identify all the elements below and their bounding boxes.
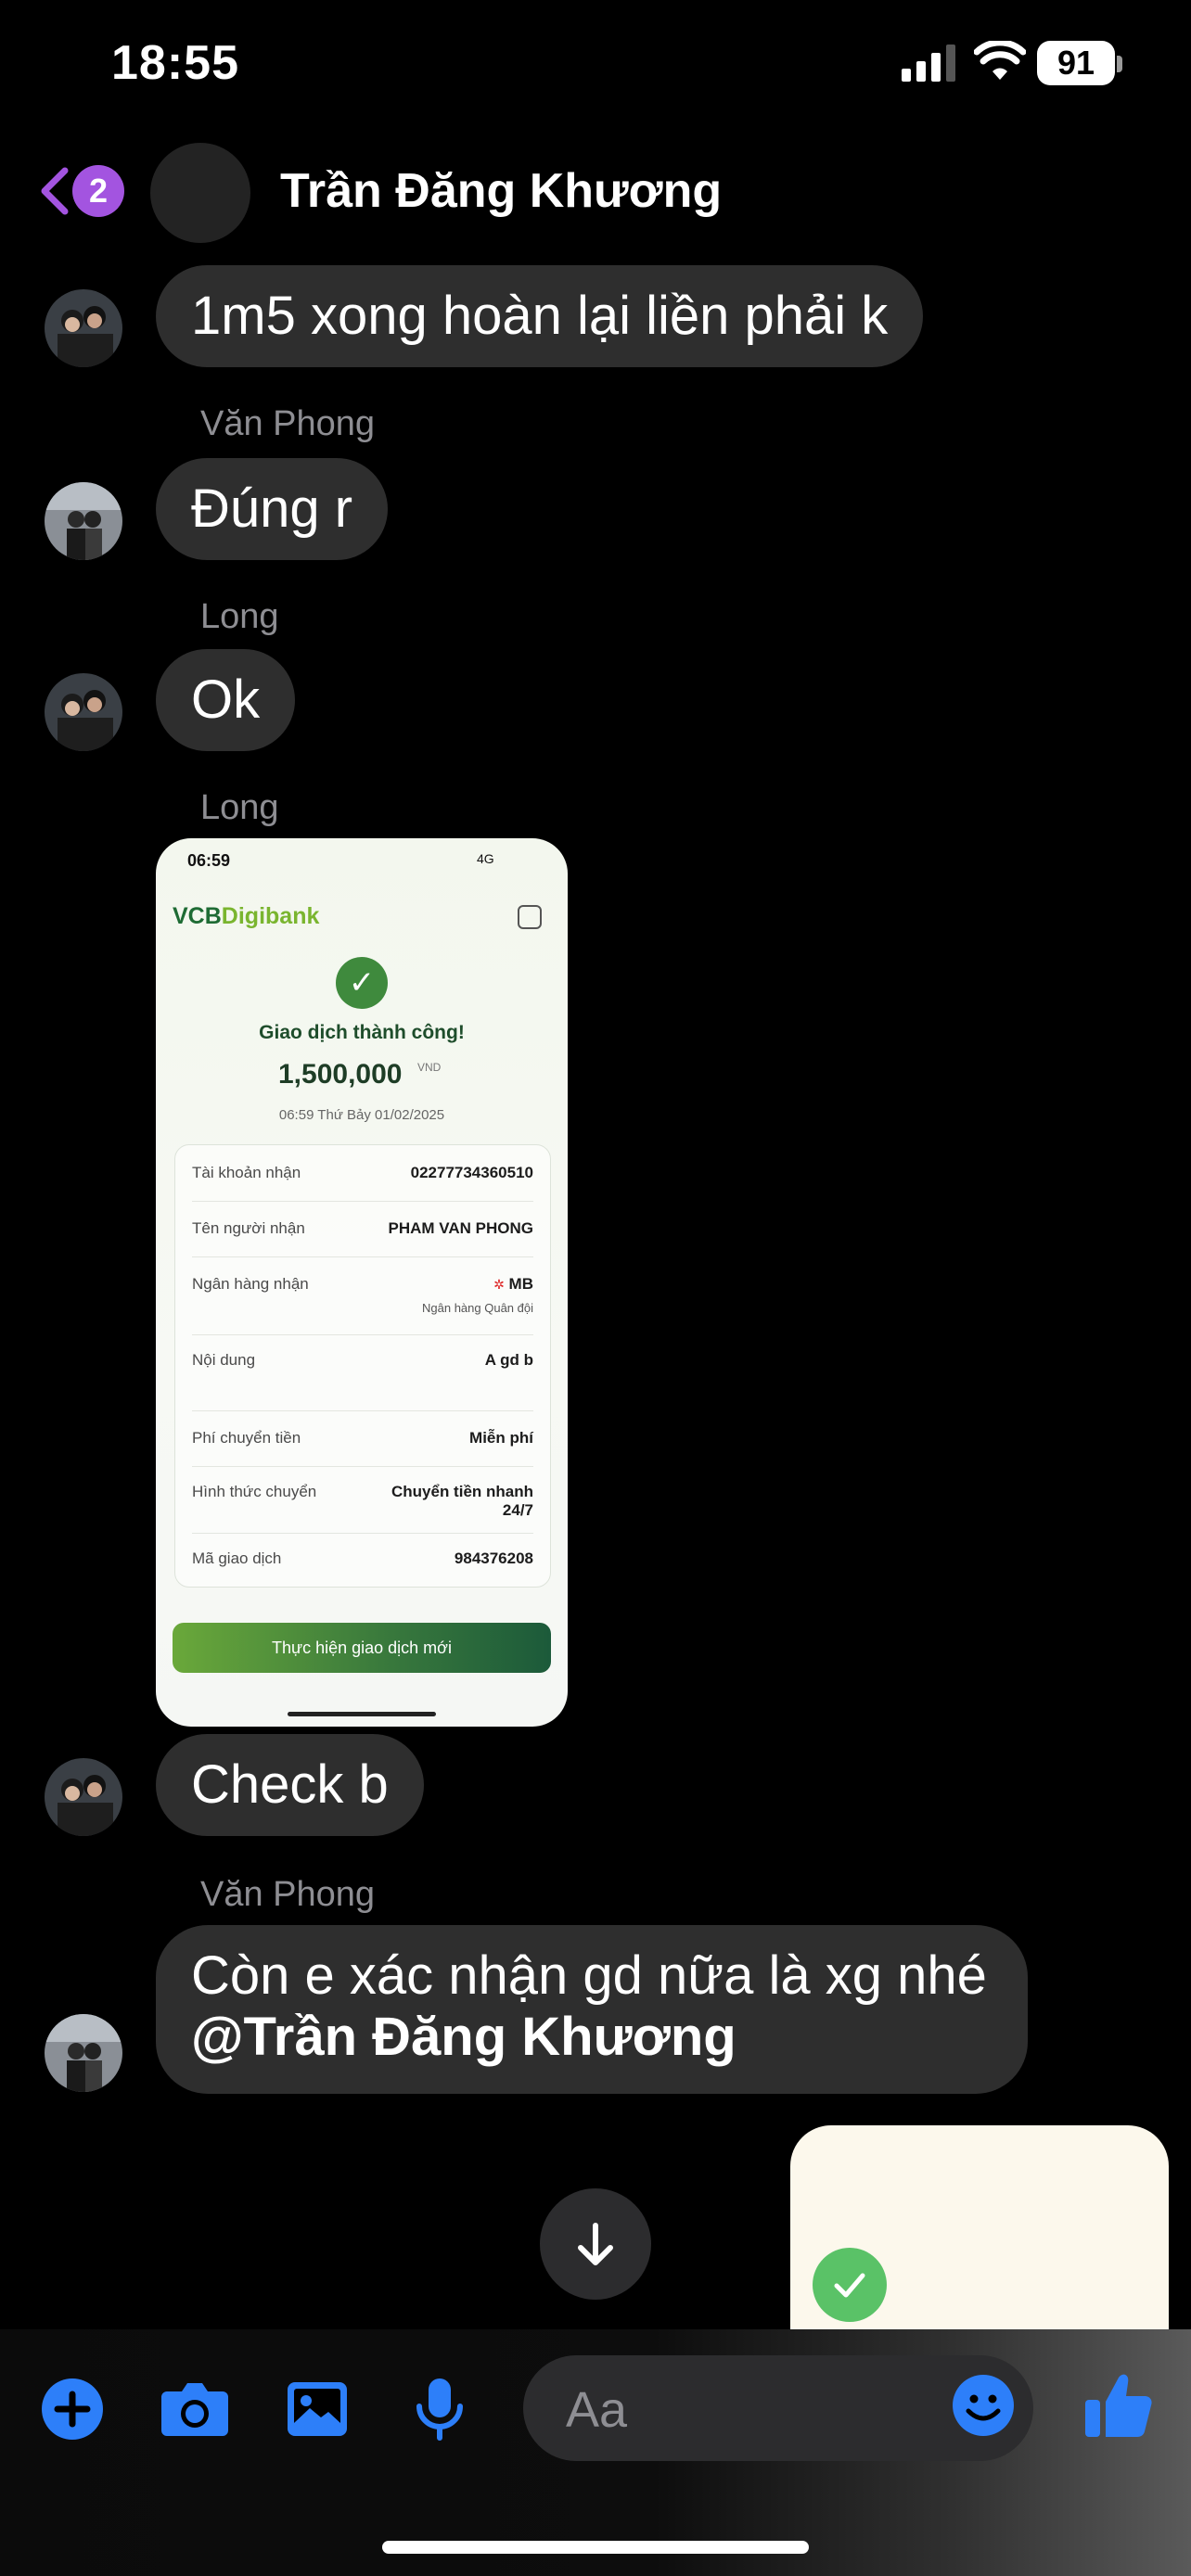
currency-label: VND — [417, 1061, 442, 1074]
battery-nub — [1117, 56, 1122, 72]
sender-name: Long — [200, 788, 279, 827]
detail-row: Tài khoản nhận 02277734360510 — [192, 1164, 533, 1202]
detail-label: Phí chuyển tiền — [192, 1429, 301, 1447]
photo-icon — [288, 2382, 347, 2436]
camera-button[interactable] — [160, 2374, 230, 2444]
detail-label: Ngân hàng nhận — [192, 1275, 309, 1293]
vcb-logo-part: VCB — [173, 903, 222, 929]
detail-label: Mã giao dịch — [192, 1549, 282, 1567]
receipt-image[interactable]: 06:59 4G VCBDigibank ✓ Giao dịch thành c… — [156, 838, 568, 1727]
detail-row: Mã giao dịch 984376208 — [192, 1549, 533, 1577]
detail-value: PHAM VAN PHONG — [388, 1219, 533, 1237]
voice-button[interactable] — [404, 2374, 475, 2444]
digibank-logo-part: Digibank — [221, 903, 320, 929]
home-indicator — [382, 2541, 809, 2554]
transaction-details-card: Tài khoản nhận 02277734360510 Tên người … — [174, 1144, 551, 1588]
detail-value-line2: 24/7 — [502, 1501, 533, 1519]
transaction-success: Giao dịch thành công! — [259, 1022, 465, 1043]
avatar[interactable] — [45, 289, 122, 367]
camera-icon — [161, 2383, 228, 2436]
bank-full-name: Ngân hàng Quân đội — [422, 1301, 533, 1315]
detail-row: Tên người nhận PHAM VAN PHONG — [192, 1219, 533, 1257]
detail-row: Hình thức chuyển Chuyển tiền nhanh 24/7 — [192, 1483, 533, 1534]
receipt-network: 4G — [477, 851, 494, 866]
contact-name[interactable]: Trần Đăng Khương — [280, 163, 722, 219]
new-transaction-button: Thực hiện giao dịch mới — [173, 1623, 551, 1673]
wifi-icon — [974, 41, 1026, 80]
detail-label: Hình thức chuyển — [192, 1483, 317, 1500]
transfer-amount: 1,500,000 — [278, 1059, 403, 1090]
detail-value: 02277734360510 — [410, 1164, 533, 1181]
avatar[interactable] — [45, 673, 122, 751]
unread-badge[interactable]: 2 — [72, 165, 124, 217]
plus-icon — [42, 2378, 103, 2440]
emoji-icon[interactable] — [952, 2374, 1015, 2437]
status-time: 18:55 — [111, 36, 239, 90]
transaction-datetime: 06:59 Thứ Bảy 01/02/2025 — [278, 1107, 445, 1123]
detail-label: Nội dung — [192, 1351, 256, 1369]
photo-button[interactable] — [282, 2374, 352, 2444]
message-bubble[interactable]: 1m5 xong hoàn lại liền phải k — [156, 265, 924, 367]
checkmark-icon — [813, 2248, 887, 2322]
detail-value: A gd b — [484, 1351, 533, 1369]
sender-name: Văn Phong — [200, 1875, 376, 1914]
receipt-home-indicator — [288, 1712, 436, 1716]
microphone-icon — [416, 2378, 463, 2441]
thumbs-up-icon[interactable] — [1083, 2370, 1154, 2441]
message-bubble[interactable]: Còn e xác nhận gd nữa là xg nhé @Trần Đă… — [156, 1925, 1028, 2094]
bank-code: MB — [508, 1275, 533, 1293]
avatar[interactable] — [45, 482, 122, 560]
battery-indicator: 91 — [1037, 41, 1115, 85]
message-bubble[interactable]: Đúng r — [156, 458, 389, 560]
detail-label: Tên người nhận — [192, 1219, 305, 1237]
message-bubble[interactable]: Check b — [156, 1734, 424, 1836]
detail-row: Nội dung A gd b — [192, 1351, 533, 1411]
detail-value: Chuyển tiền nhanh 24/7 — [391, 1483, 533, 1520]
detail-value: 984376208 — [454, 1549, 533, 1567]
detail-value: ✲ MB — [493, 1275, 533, 1294]
scroll-to-bottom-button[interactable] — [540, 2188, 651, 2300]
message-text: Còn e xác nhận gd nữa là xg nhé — [191, 1945, 987, 2006]
contact-avatar[interactable] — [150, 143, 250, 243]
detail-label: Tài khoản nhận — [192, 1164, 301, 1181]
arrow-down-icon — [578, 2223, 613, 2265]
home-icon — [518, 905, 542, 929]
detail-row: Phí chuyển tiền Miễn phí — [192, 1429, 533, 1467]
vcb-logo: VCBDigibank — [173, 903, 319, 930]
cellular-signal-icon — [902, 45, 955, 82]
mb-star-icon: ✲ — [493, 1277, 505, 1292]
detail-value: Miễn phí — [469, 1429, 533, 1447]
detail-value-line1: Chuyển tiền nhanh — [391, 1483, 533, 1500]
plus-button[interactable] — [37, 2374, 108, 2444]
avatar[interactable] — [45, 1758, 122, 1836]
message-bubble[interactable]: Ok — [156, 649, 296, 751]
receipt-time: 06:59 — [187, 851, 231, 870]
mention-link[interactable]: @Trần Đăng Khương — [191, 2007, 987, 2068]
message-input-placeholder: Aa — [566, 2382, 628, 2438]
avatar[interactable] — [45, 2014, 122, 2092]
checkmark-icon: ✓ — [336, 957, 388, 1009]
detail-row: Ngân hàng nhận ✲ MB Ngân hàng Quân đội — [192, 1275, 533, 1335]
sender-name: Văn Phong — [200, 404, 376, 443]
sender-name: Long — [200, 597, 279, 636]
back-chevron-icon[interactable] — [37, 165, 70, 217]
